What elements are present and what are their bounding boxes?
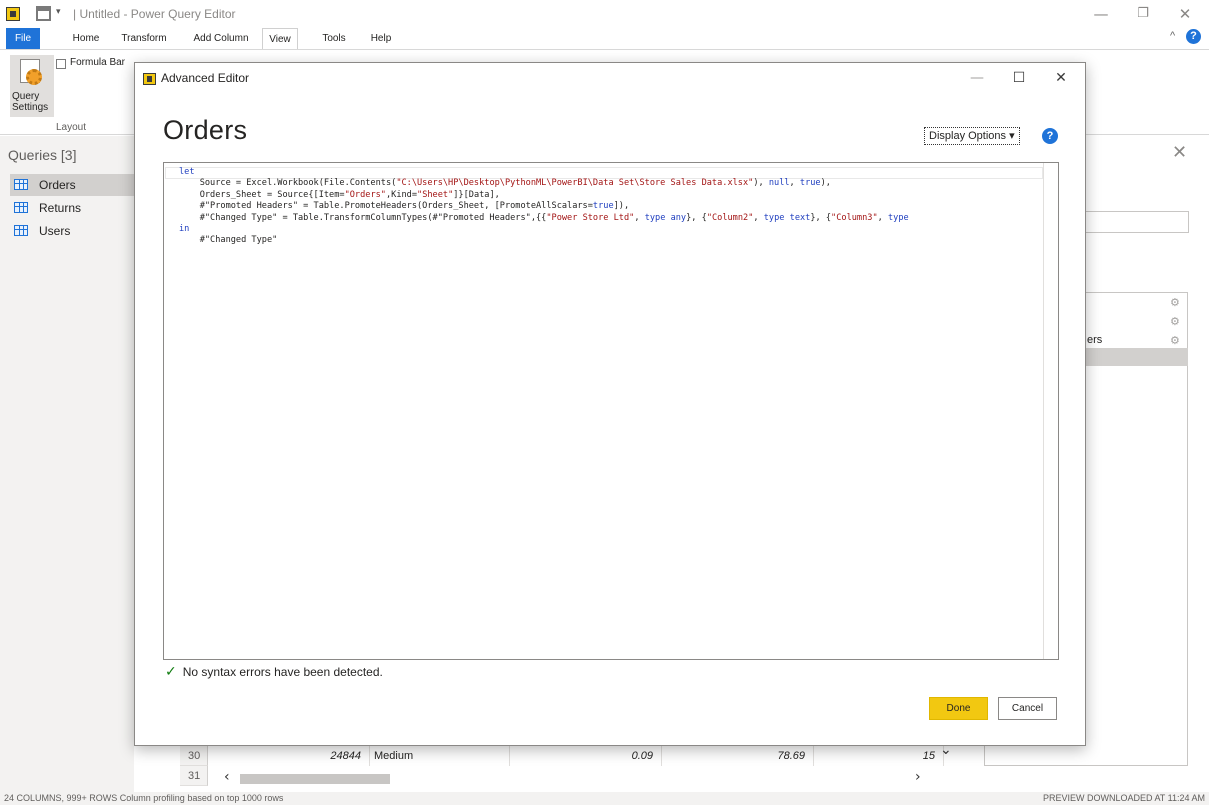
table-cell[interactable]: 24844 <box>208 746 370 766</box>
gear-icon[interactable]: ⚙ <box>1170 334 1180 347</box>
display-options-dropdown[interactable]: Display Options ▾ <box>924 127 1020 145</box>
gear-icon <box>26 69 42 85</box>
code-line[interactable]: #"Changed Type" <box>179 235 1041 246</box>
table-icon <box>14 202 28 213</box>
help-icon[interactable]: ? <box>1042 128 1058 144</box>
dialog-close-button[interactable]: ✕ <box>1041 66 1081 90</box>
query-name-input[interactable] <box>1082 211 1189 233</box>
tab-add-column[interactable]: Add Column <box>188 28 254 49</box>
table-icon <box>14 225 28 236</box>
cancel-button[interactable]: Cancel <box>998 697 1057 720</box>
table-cell[interactable]: Medium <box>374 746 510 766</box>
code-line[interactable]: #"Promoted Headers" = Table.PromoteHeade… <box>179 201 1041 212</box>
code-line[interactable]: Orders_Sheet = Source{[Item="Orders",Kin… <box>179 190 1041 201</box>
title-bar: ▾ | Untitled - Power Query Editor — ❐ ✕ <box>0 0 1209 28</box>
horizontal-scrollbar-thumb[interactable] <box>240 774 390 784</box>
chevron-down-icon: ▾ <box>1009 130 1015 142</box>
query-item-users[interactable]: Users <box>10 220 134 242</box>
table-cell[interactable]: 0.09 <box>510 746 662 766</box>
query-item-orders[interactable]: Orders <box>10 174 134 196</box>
m-code[interactable]: let Source = Excel.Workbook(File.Content… <box>179 167 1041 247</box>
row-number: 30 <box>180 746 208 766</box>
scroll-right-icon[interactable]: › <box>915 769 921 785</box>
query-name-heading: Orders <box>163 115 248 145</box>
data-grid: 30 24844 Medium 0.09 78.69 15 31 <box>180 746 970 792</box>
tab-home[interactable]: Home <box>66 28 106 49</box>
code-line[interactable]: let <box>179 167 1041 178</box>
status-bar: 24 COLUMNS, 999+ ROWS Column profiling b… <box>0 792 1209 805</box>
formula-bar-checkbox[interactable] <box>56 59 66 69</box>
tab-view[interactable]: View <box>262 28 298 49</box>
editor-margin-line <box>1043 163 1044 659</box>
restore-button[interactable]: ❐ <box>1128 4 1158 24</box>
collapse-ribbon-icon[interactable]: ^ <box>1170 30 1175 42</box>
code-line[interactable]: #"Changed Type" = Table.TransformColumnT… <box>179 213 1041 224</box>
tab-tools[interactable]: Tools <box>316 28 352 49</box>
dialog-title: Advanced Editor <box>161 71 250 85</box>
query-label: Orders <box>39 178 76 192</box>
tab-file[interactable]: File <box>6 28 40 49</box>
table-cell[interactable]: 15 <box>814 746 944 766</box>
close-button[interactable]: ✕ <box>1170 4 1200 24</box>
syntax-status: ✓ No syntax errors have been detected. <box>165 664 383 680</box>
formula-bar-label: Formula Bar <box>70 57 126 68</box>
syntax-message: No syntax errors have been detected. <box>182 665 383 679</box>
dialog-minimize-button[interactable]: — <box>957 66 997 90</box>
display-options-label: Display Options <box>929 130 1007 142</box>
tab-transform[interactable]: Transform <box>118 28 170 49</box>
status-right-text: PREVIEW DOWNLOADED AT 11:24 AM <box>1042 793 1205 803</box>
query-settings-label: Query Settings <box>12 91 49 113</box>
queries-pane: Queries [3] Orders Returns Users <box>0 136 134 792</box>
tab-help[interactable]: Help <box>364 28 398 49</box>
done-button[interactable]: Done <box>929 697 988 720</box>
selected-step-row[interactable] <box>1085 348 1188 366</box>
help-icon[interactable]: ? <box>1186 29 1201 44</box>
queries-title: Queries [3] <box>8 147 77 163</box>
gear-icon[interactable]: ⚙ <box>1170 296 1180 309</box>
status-left-text: 24 COLUMNS, 999+ ROWS Column profiling b… <box>4 793 284 803</box>
query-label: Users <box>39 224 71 238</box>
query-item-returns[interactable]: Returns <box>10 197 134 219</box>
table-icon <box>14 179 28 190</box>
window-title: | Untitled - Power Query Editor <box>73 7 236 21</box>
minimize-button[interactable]: — <box>1086 4 1116 24</box>
code-editor[interactable]: let Source = Excel.Workbook(File.Content… <box>163 162 1059 660</box>
layout-group-label: Layout <box>56 122 87 133</box>
save-icon[interactable] <box>36 6 51 21</box>
query-settings-button[interactable]: Query Settings <box>10 55 54 117</box>
advanced-editor-dialog: Advanced Editor — ☐ ✕ Orders Display Opt… <box>134 62 1086 746</box>
quick-access-dropdown-icon[interactable]: ▾ <box>56 6 61 17</box>
checkmark-icon: ✓ <box>165 664 177 680</box>
close-pane-icon[interactable]: ✕ <box>1172 142 1187 163</box>
query-label: Returns <box>39 201 82 215</box>
ribbon-tabs: File Home Transform Add Column View Tool… <box>0 28 1209 49</box>
power-bi-logo-icon <box>143 73 156 85</box>
table-cell[interactable]: 78.69 <box>662 746 814 766</box>
code-line[interactable]: Source = Excel.Workbook(File.Contents("C… <box>179 178 1041 189</box>
power-bi-logo-icon <box>6 7 20 21</box>
code-line[interactable]: in <box>179 224 1041 235</box>
row-number: 31 <box>180 766 208 786</box>
scroll-left-icon[interactable]: ‹ <box>224 769 230 785</box>
dialog-maximize-button[interactable]: ☐ <box>999 66 1039 90</box>
applied-step-label[interactable]: ers <box>1087 334 1102 346</box>
gear-icon[interactable]: ⚙ <box>1170 315 1180 328</box>
